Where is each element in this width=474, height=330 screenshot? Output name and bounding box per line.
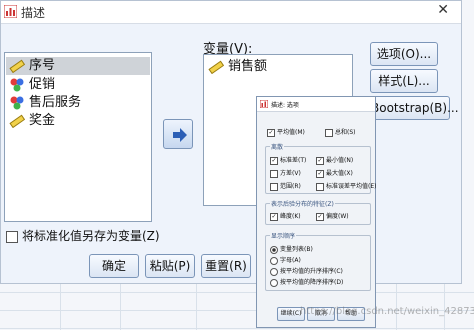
- descriptives-dialog: 描述 ✕ 序号 促销 售后服务 奖金 变量(V): 销售额 选项(O)... 样…: [0, 0, 462, 284]
- list-item[interactable]: 奖金: [9, 112, 55, 130]
- dialog-title: 描述: [21, 6, 46, 20]
- options-subdialog: 描述: 选项 ✓ 平均值(M) 总和(S) 离散 ✓ 标准差(T) ✓ 最小值(N) …: [256, 96, 376, 328]
- list-item[interactable]: 促销: [9, 76, 55, 94]
- checkbox-label: 标准差(T): [280, 157, 307, 164]
- list-item-label: 奖金: [29, 113, 56, 128]
- checkbox-box[interactable]: [6, 230, 18, 243]
- subdialog-title: 描述: 选项: [271, 102, 299, 109]
- list-item-label: 促销: [29, 77, 56, 92]
- style-button[interactable]: 样式(L)...: [370, 69, 438, 93]
- checkbox-label: 偏度(W): [326, 213, 349, 220]
- dialog-titlebar: 描述 ✕: [1, 1, 461, 24]
- checkbox-label: 将标准化值另存为变量(Z): [22, 229, 160, 243]
- se-mean-checkbox[interactable]: 标准误差平均值(E): [316, 181, 376, 191]
- grid-line: [0, 328, 474, 329]
- group-label: 表示后验分布的特征(Z): [270, 199, 335, 208]
- paste-button[interactable]: 粘贴(P): [145, 254, 195, 278]
- checkbox-box[interactable]: ✓: [316, 212, 324, 221]
- mean-checkbox[interactable]: ✓ 平均值(M): [267, 127, 305, 137]
- radio-button[interactable]: [270, 278, 278, 287]
- list-item-label: 序号: [29, 58, 56, 73]
- ruler-icon: [9, 59, 25, 73]
- kurtosis-checkbox[interactable]: ✓ 峰度(K): [270, 211, 301, 221]
- min-checkbox[interactable]: ✓ 最小值(N): [316, 155, 353, 165]
- checkbox-box[interactable]: ✓: [267, 128, 275, 137]
- list-item[interactable]: 销售额: [208, 58, 267, 76]
- range-checkbox[interactable]: 范围(R): [270, 181, 301, 191]
- nominal-icon: [10, 96, 24, 109]
- checkbox-box[interactable]: [270, 182, 278, 191]
- checkbox-box[interactable]: [316, 182, 324, 191]
- checkbox-label: 峰度(K): [280, 213, 301, 220]
- checkbox-label: 标准误差平均值(E): [326, 183, 377, 190]
- app-icon: [260, 100, 268, 108]
- ruler-icon: [9, 114, 25, 128]
- radio-label: 变量列表(B): [280, 246, 313, 253]
- sum-checkbox[interactable]: 总和(S): [325, 127, 356, 137]
- subdialog-titlebar: 描述: 选项: [257, 97, 375, 112]
- checkbox-label: 方差(V): [280, 170, 301, 177]
- group-label: 离散: [270, 142, 285, 151]
- list-item-label: 售后服务: [29, 95, 82, 110]
- variance-checkbox[interactable]: 方差(V): [270, 168, 301, 178]
- radio-button[interactable]: [270, 245, 278, 254]
- radio-label: 按平均值的降序排序(D): [280, 279, 344, 286]
- ruler-icon: [208, 60, 224, 74]
- radio-label: 按平均值的升序排序(C): [280, 268, 343, 275]
- max-checkbox[interactable]: ✓ 最大值(X): [316, 168, 353, 178]
- app-icon: [4, 5, 17, 18]
- options-button[interactable]: 选项(O)...: [370, 42, 438, 66]
- checkbox-label: 最大值(X): [326, 170, 353, 177]
- order-radio[interactable]: 字母(A): [270, 255, 301, 265]
- source-variable-list[interactable]: 序号 促销 售后服务 奖金: [4, 52, 152, 222]
- reset-button[interactable]: 重置(R): [201, 254, 251, 278]
- skewness-checkbox[interactable]: ✓ 偏度(W): [316, 211, 349, 221]
- std-checkbox[interactable]: ✓ 标准差(T): [270, 155, 306, 165]
- list-item[interactable]: 售后服务: [9, 94, 81, 112]
- radio-button[interactable]: [270, 256, 278, 265]
- move-to-variables-button[interactable]: [163, 119, 193, 149]
- distribution-group: 表示后验分布的特征(Z) ✓ 峰度(K) ✓ 偏度(W): [265, 199, 371, 225]
- order-radio[interactable]: 变量列表(B): [270, 244, 313, 254]
- checkbox-box[interactable]: [270, 169, 278, 178]
- dispersion-group: 离散 ✓ 标准差(T) ✓ 最小值(N) 方差(V) ✓ 最大值(X) 范围(R) 标…: [265, 142, 376, 194]
- checkbox-label: 平均值(M): [277, 129, 305, 136]
- checkbox-box[interactable]: ✓: [316, 156, 324, 165]
- nominal-icon: [10, 78, 24, 91]
- display-order-group: 显示顺序 变量列表(B) 字母(A) 按平均值的升序排序(C) 按平均值的降序排…: [265, 231, 371, 291]
- checkbox-label: 范围(R): [280, 183, 301, 190]
- order-radio[interactable]: 按平均值的降序排序(D): [270, 277, 343, 287]
- close-icon[interactable]: ✕: [437, 2, 449, 18]
- group-label: 显示顺序: [270, 231, 297, 240]
- checkbox-box[interactable]: ✓: [270, 212, 278, 221]
- checkbox-box[interactable]: [325, 128, 333, 137]
- order-radio[interactable]: 按平均值的升序排序(C): [270, 266, 343, 276]
- watermark: https://blog.csdn.net/weixin_42873544: [300, 306, 474, 317]
- checkbox-box[interactable]: ✓: [270, 156, 278, 165]
- save-standardized-checkbox[interactable]: 将标准化值另存为变量(Z): [6, 227, 160, 244]
- ok-button[interactable]: 确定: [89, 254, 139, 278]
- radio-label: 字母(A): [280, 257, 301, 264]
- grid-line: [0, 292, 474, 293]
- list-item[interactable]: 序号: [6, 57, 150, 75]
- bootstrap-button[interactable]: Bootstrap(B)...: [370, 96, 459, 120]
- arrow-right-icon: [173, 128, 187, 142]
- radio-button[interactable]: [270, 267, 278, 276]
- checkbox-label: 总和(S): [335, 129, 356, 136]
- list-item-label: 销售额: [228, 59, 268, 74]
- checkbox-label: 最小值(N): [326, 157, 354, 164]
- checkbox-box[interactable]: ✓: [316, 169, 324, 178]
